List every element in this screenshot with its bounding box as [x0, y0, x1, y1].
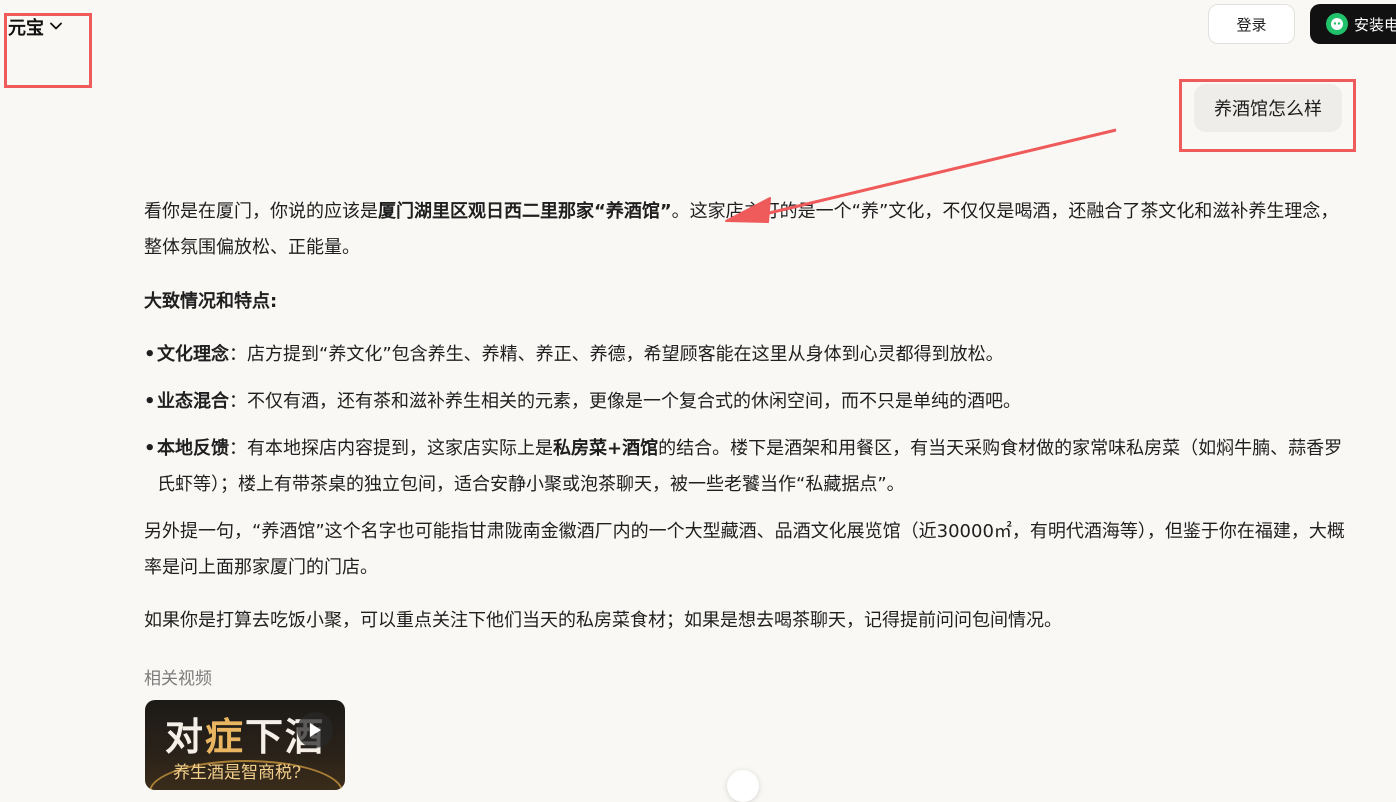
chevron-down-icon	[50, 19, 62, 33]
login-button[interactable]: 登录	[1208, 4, 1295, 44]
answer-note: 另外提一句，“养酒馆”这个名字也可能指甘肃陇南金徽酒厂内的一个大型藏酒、品酒文化…	[144, 521, 1345, 578]
video-title-part: 对	[165, 714, 206, 759]
video-title-part: 症	[205, 714, 246, 759]
intro-text: 看你是在厦门，你说的应该是	[144, 201, 378, 222]
model-selector[interactable]: 元宝	[8, 14, 62, 40]
list-item: • 文化理念：店方提到“养文化”包含养生、养精、养正、养德，希望顾客能在这里从身…	[144, 337, 1349, 373]
assistant-answer: 看你是在厦门，你说的应该是厦门湖里区观日西二里那家“养酒馆”。这家店主打的是一个…	[144, 194, 1349, 653]
bullet-dot: •	[144, 344, 156, 365]
bullet-text: ：店方提到“养文化”包含养生、养精、养正、养德，希望顾客能在这里从身体到心灵都得…	[229, 344, 1004, 365]
bullet-dot: •	[144, 438, 156, 459]
list-item: • 业态混合：不仅有酒，还有茶和滋补养生相关的元素，更像是一个复合式的休闲空间，…	[144, 384, 1349, 420]
bullet-dot: •	[144, 391, 156, 412]
answer-intro: 看你是在厦门，你说的应该是厦门湖里区观日西二里那家“养酒馆”。这家店主打的是一个…	[144, 194, 1349, 266]
app-logo-icon	[1326, 13, 1348, 35]
related-videos-label: 相关视频	[144, 669, 212, 689]
intro-bold: 厦门湖里区观日西二里那家“养酒馆”	[378, 201, 672, 222]
install-app-button[interactable]: 安装电	[1310, 4, 1396, 44]
list-item: • 本地反馈：有本地探店内容提到，这家店实际上是私房菜+酒馆的结合。楼下是酒架和…	[144, 431, 1349, 503]
scroll-down-button[interactable]	[727, 770, 759, 802]
bullet-text: ：有本地探店内容提到，这家店实际上是	[229, 438, 553, 459]
bullet-title: 业态混合	[157, 391, 229, 412]
video-subtitle: 养生酒是智商税?	[173, 763, 302, 783]
install-label: 安装电	[1354, 15, 1396, 34]
bullet-title: 文化理念	[157, 344, 229, 365]
brand-name: 元宝	[8, 18, 44, 39]
bullet-title: 本地反馈	[157, 438, 229, 459]
play-icon[interactable]	[297, 712, 333, 748]
bullet-text: ：不仅有酒，还有茶和滋补养生相关的元素，更像是一个复合式的休闲空间，而不只是单纯…	[229, 391, 1021, 412]
section-heading: 大致情况和特点:	[144, 291, 278, 312]
answer-closing: 如果你是打算去吃饭小聚，可以重点关注下他们当天的私房菜食材；如果是想去喝茶聊天，…	[144, 610, 1062, 631]
user-message-bubble: 养酒馆怎么样	[1194, 84, 1342, 132]
bullet-bold: 私房菜+酒馆	[553, 438, 659, 459]
